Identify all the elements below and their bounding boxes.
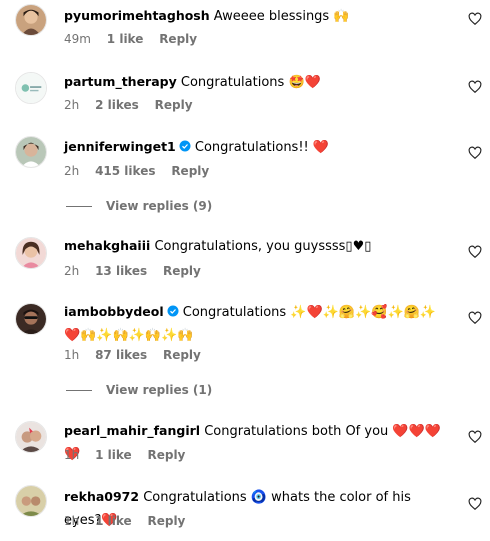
like-heart-icon[interactable] [468,146,482,160]
comment-username[interactable]: pyumorimehtaghosh [64,8,210,23]
comment-text: jenniferwinget1 Congratulations!! ❤️ [64,135,444,159]
comment-username[interactable]: rekha0972 [64,489,139,504]
like-heart-icon[interactable] [468,80,482,94]
comment-emoji-line-2: ❤️🙌✨🙌✨🙌✨🙌 [64,328,194,343]
avatar[interactable] [15,237,47,269]
comment-body: Congratulations, you guyssss [154,239,346,254]
comment-text: pyumorimehtaghosh Aweeee blessings 🙌 [64,4,444,28]
comment-emoji: 🧿 [250,490,267,505]
reply-button[interactable]: Reply [159,32,197,46]
like-heart-icon[interactable] [468,497,482,511]
comment-body: Congratulations both Of you [204,424,389,439]
comment-meta: 2h 2 likes Reply [64,98,205,112]
comment-text: iambobbydeol Congratulations ✨❤️✨🤗✨🥰✨🤗✨ … [64,300,444,347]
comment-emoji: 🤩❤️ [288,75,321,90]
comment-text: partum_therapy Congratulations 🤩❤️ [64,70,444,94]
avatar[interactable] [15,4,47,36]
comment-meta: 1h 87 likes Reply [64,348,213,362]
comment-likes[interactable]: 13 likes [95,264,147,278]
comment-time: 1h [64,348,80,362]
comment-emoji: ▯♥▯ [345,239,372,254]
avatar[interactable] [15,421,47,453]
divider [66,389,92,391]
comment-time: 2h [64,98,80,112]
comment-body: Congratulations [143,490,247,505]
comment-likes[interactable]: 1 like [95,514,132,528]
comment-time: 1h [64,514,80,528]
reply-button[interactable]: Reply [171,164,209,178]
like-heart-icon[interactable] [468,430,482,444]
comment-time: 2h [64,164,80,178]
comment-time: 49m [64,32,91,46]
comment-emoji: ❤️ [312,140,330,155]
comment-username[interactable]: partum_therapy [64,74,177,89]
view-replies-button[interactable]: View replies (9) [64,199,212,213]
comment-meta: 1h 1 like Reply [64,448,197,462]
comment-likes[interactable]: 2 likes [95,98,139,112]
view-replies-label: View replies (1) [106,383,213,397]
reply-button[interactable]: Reply [147,514,185,528]
comment-time: 2h [64,264,80,278]
reply-button[interactable]: Reply [163,348,201,362]
comment-body: Aweeee blessings [213,9,330,24]
divider [66,205,92,207]
view-replies-button[interactable]: View replies (1) [64,383,212,397]
comment-emoji: ✨❤️✨🤗✨🥰✨🤗✨ [290,305,437,320]
reply-button[interactable]: Reply [155,98,193,112]
comment-likes[interactable]: 415 likes [95,164,155,178]
comment-likes[interactable]: 1 like [107,32,144,46]
comment-meta: 2h 13 likes Reply [64,264,213,278]
comment-meta: 1h 1 like Reply [64,514,197,528]
comment-meta: 49m 1 like Reply [64,32,209,46]
view-replies-label: View replies (9) [106,199,213,213]
reply-button[interactable]: Reply [163,264,201,278]
comment-username[interactable]: jenniferwinget1 [64,139,176,154]
avatar[interactable] [15,303,47,335]
comment-username[interactable]: pearl_mahir_fangirl [64,423,200,438]
comment-username[interactable]: mehakghaiii [64,238,150,253]
like-heart-icon[interactable] [468,245,482,259]
verified-badge-icon [167,302,179,317]
verified-badge-icon [179,137,191,152]
like-heart-icon[interactable] [468,311,482,325]
comment-body: Congratulations [180,75,285,90]
avatar[interactable] [15,485,47,517]
avatar[interactable] [15,136,47,168]
like-heart-icon[interactable] [468,12,482,26]
reply-button[interactable]: Reply [147,448,185,462]
comment-body: Congratulations [182,305,287,320]
comment-username[interactable]: iambobbydeol [64,304,164,319]
comment-text: mehakghaiii Congratulations, you guyssss… [64,234,444,258]
comment-likes[interactable]: 87 likes [95,348,147,362]
avatar[interactable] [15,72,47,104]
comment-meta: 2h 415 likes Reply [64,164,221,178]
comment-likes[interactable]: 1 like [95,448,132,462]
comment-time: 1h [64,448,80,462]
comment-body: Congratulations!! [194,140,309,155]
comment-emoji: 🙌 [333,9,350,24]
